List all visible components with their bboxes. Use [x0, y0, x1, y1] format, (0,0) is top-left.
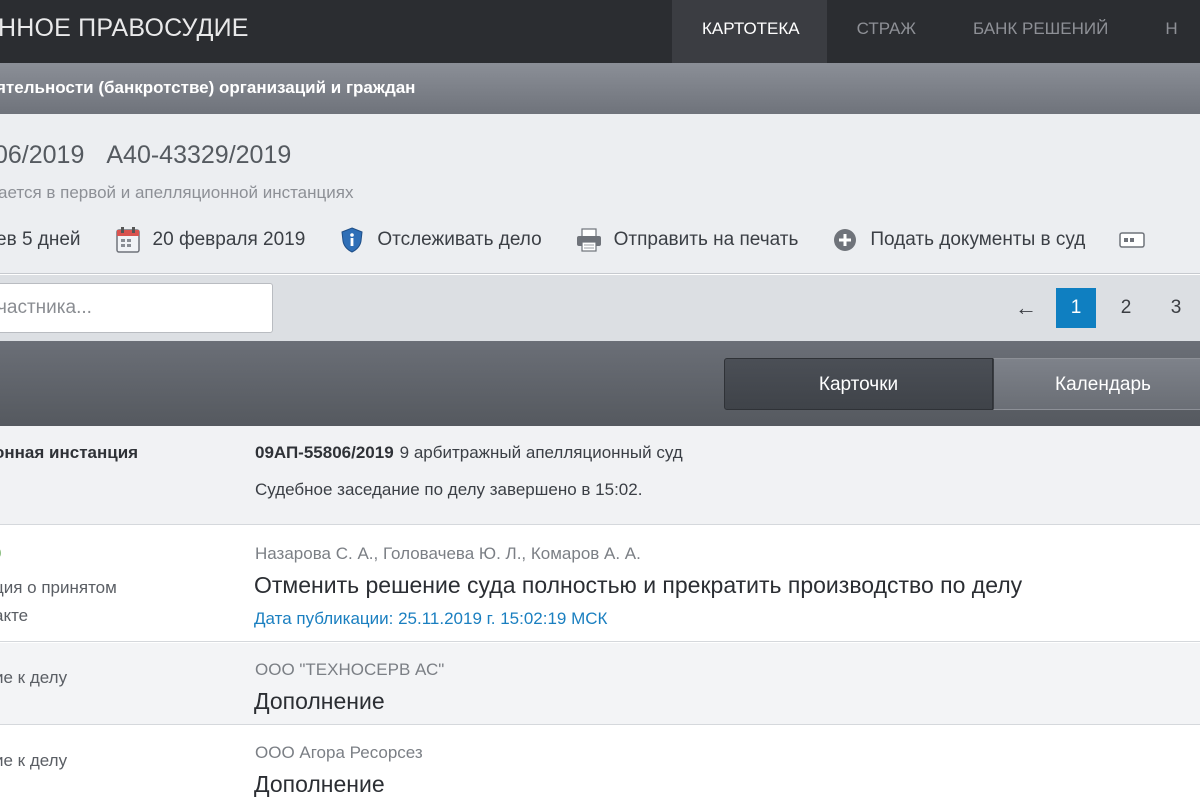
nav-item-partial[interactable]: Н: [1135, 0, 1177, 63]
nav-kartoteka[interactable]: КАРТОТЕКА: [672, 0, 827, 63]
document-type: ция о принятом акте: [0, 574, 117, 630]
instance-court: 9 арбитражный апелляционный суд: [399, 443, 683, 462]
list-item: ие к делу ООО "ТЕХНОСЕРВ АС" Дополнение: [0, 643, 1200, 725]
pagination: ← 1 2 3: [1006, 288, 1200, 328]
nav-strazh[interactable]: СТРАЖ: [827, 0, 943, 63]
instance-session-status: Судебное заседание по делу завершено в 1…: [255, 480, 643, 499]
case-status: ается в первой и апелляционной инстанция…: [0, 183, 354, 202]
document-authors: ООО "ТЕХНОСЕРВ АС": [255, 660, 445, 679]
print-label: Отправить на печать: [613, 229, 799, 250]
document-type: ие к делу: [0, 747, 67, 775]
document-date: 9: [0, 544, 1, 564]
page-button-1[interactable]: 1: [1056, 288, 1096, 328]
document-title[interactable]: Дополнение: [254, 688, 385, 715]
case-duration: ев 5 дней: [0, 229, 81, 251]
case-header: 06/2019 А40-43329/2019 ается в первой и а…: [0, 114, 1200, 274]
nav-bank-resheniy[interactable]: БАНК РЕШЕНИЙ: [943, 0, 1135, 63]
page-button-3[interactable]: 3: [1156, 288, 1196, 328]
document-type-line: ция о принятом: [0, 578, 117, 597]
instance-case-number[interactable]: 09АП-55806/2019: [255, 443, 394, 462]
document-type-line: ие к делу: [0, 751, 68, 770]
case-number-main: А40-43329/2019: [106, 141, 292, 169]
participant-search-input[interactable]: [0, 283, 273, 333]
case-date: 20 февраля 2019: [115, 227, 306, 253]
top-navigation-bar: ННОЕ ПРАВОСУДИЕ КАРТОТЕКА СТРАЖ БАНК РЕШ…: [0, 0, 1200, 63]
more-actions-button[interactable]: [1119, 227, 1157, 253]
list-item: 9 ция о принятом акте Назарова С. А., Го…: [0, 526, 1200, 642]
case-numbers: 06/2019 А40-43329/2019: [0, 141, 291, 170]
case-category-bar: ятельности (банкротстве) организаций и г…: [0, 63, 1200, 114]
instance-label: онная инстанция: [0, 443, 139, 462]
document-type: ие к делу: [0, 664, 67, 692]
document-type-line: ие к делу: [0, 668, 68, 687]
site-brand[interactable]: ННОЕ ПРАВОСУДИЕ: [0, 14, 249, 43]
track-case-label: Отслеживать дело: [377, 229, 542, 250]
print-button[interactable]: Отправить на печать: [576, 227, 799, 253]
submit-documents-label: Подать документы в суд: [870, 229, 1086, 250]
instance-row: онная инстанция 09АП-55806/2019 9 арбитра…: [0, 426, 1200, 525]
track-case-button[interactable]: Отслеживать дело: [339, 227, 542, 253]
shield-info-icon: [339, 227, 365, 253]
prev-page-button[interactable]: ←: [1006, 288, 1046, 328]
view-switch: Карточки Календарь: [724, 358, 1200, 410]
case-actions: ев 5 дней 20 февраля 2019 Отслеживать де…: [0, 224, 1191, 256]
tab-cards[interactable]: Карточки: [724, 358, 993, 410]
plus-circle-icon: [832, 227, 858, 253]
submit-documents-button[interactable]: Подать документы в суд: [832, 227, 1085, 253]
view-switch-bar: Карточки Календарь: [0, 341, 1200, 426]
search-row: ← 1 2 3: [0, 275, 1200, 341]
document-authors: ООО Агора Ресорсез: [255, 743, 423, 762]
document-authors: Назарова С. А., Головачева Ю. Л., Комаро…: [255, 544, 641, 563]
document-title[interactable]: Отменить решение суда полностью и прекра…: [254, 572, 1022, 599]
case-number-short: 06/2019: [0, 141, 85, 169]
page-button-2[interactable]: 2: [1106, 288, 1146, 328]
document-title[interactable]: Дополнение: [254, 771, 385, 798]
case-duration-label: ев 5 дней: [0, 229, 81, 250]
case-category: ятельности (банкротстве) организаций и г…: [0, 78, 416, 97]
printer-icon: [576, 227, 602, 253]
document-type-line: акте: [0, 606, 29, 625]
main-nav: КАРТОТЕКА СТРАЖ БАНК РЕШЕНИЙ Н: [672, 0, 1178, 63]
case-date-label: 20 февраля 2019: [152, 229, 306, 250]
instance-case-info: 09АП-55806/2019 9 арбитражный апелляционн…: [255, 443, 683, 463]
list-item: ие к делу ООО Агора Ресорсез Дополнение: [0, 726, 1200, 800]
tab-calendar[interactable]: Календарь: [993, 358, 1200, 410]
card-icon: [1119, 227, 1146, 253]
document-publication-link[interactable]: Дата публикации: 25.11.2019 г. 15:02:19 …: [254, 609, 607, 629]
calendar-icon: [115, 227, 141, 253]
